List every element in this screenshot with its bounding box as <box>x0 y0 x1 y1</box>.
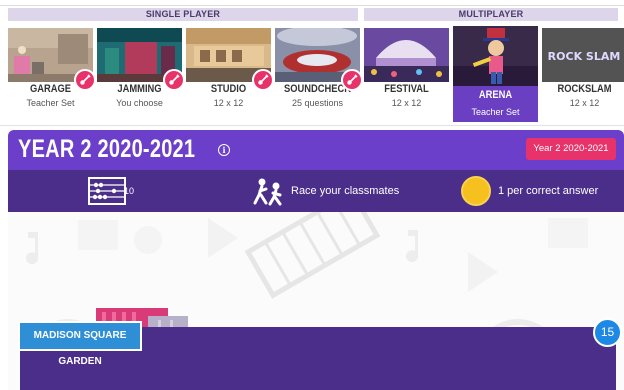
page-title: YEAR 2 2020-2021 <box>18 135 196 163</box>
player-count-badge: 15 <box>593 318 622 347</box>
play-icon <box>468 252 498 292</box>
mode-sub: 12 x 12 <box>569 98 600 108</box>
info-icon[interactable]: i <box>218 144 230 156</box>
coins-text: 1 per correct answer <box>498 185 599 197</box>
mode-tile-soundcheck[interactable]: SOUNDCHECK 25 questions <box>275 28 363 124</box>
race-text: Race your classmates <box>291 185 400 197</box>
circle-decor <box>134 226 162 254</box>
class-select-button[interactable]: Year 2 2020-2021 <box>526 138 616 160</box>
mode-tile-festival[interactable]: FESTIVAL 12 x 12 <box>364 28 449 124</box>
guitar-icon <box>341 69 363 91</box>
mode-sub: 12 x 12 <box>391 98 422 108</box>
guitar-icon <box>74 69 96 91</box>
rockslam-thumbnail: ROCK SLAM <box>542 28 624 82</box>
class-header: YEAR 2 2020-2021 i Year 2 2020-2021 <box>8 130 624 170</box>
rockslam-logo: ROCK SLAM <box>548 50 621 63</box>
mode-name: FESTIVAL <box>384 83 429 95</box>
race-icon <box>253 178 282 206</box>
guitar-icon <box>163 69 185 91</box>
mode-sub: Teacher Set <box>471 107 520 117</box>
mode-tile-jamming[interactable]: JAMMING You choose <box>97 28 185 124</box>
arena-thumbnail <box>453 26 538 86</box>
number-count: 10 <box>124 186 135 196</box>
piano-keys-icon <box>244 212 381 299</box>
multiplayer-heading: MULTIPLAYER <box>364 8 618 21</box>
game-stats-bar: 10 Race your classmates 1 per correct an… <box>8 170 624 212</box>
festival-thumbnail <box>364 28 449 82</box>
mode-sub: 12 x 12 <box>213 98 244 108</box>
mode-sub: You choose <box>116 98 163 108</box>
mode-tile-arena[interactable]: ARENA Teacher Set <box>453 26 538 122</box>
game-mode-strip: SINGLE PLAYER MULTIPLAYER GARAGE Teacher… <box>0 0 624 126</box>
mode-tile-rockslam[interactable]: ROCK SLAM ROCKSLAM 12 x 12 <box>542 28 624 124</box>
mode-name: ARENA <box>478 89 513 101</box>
guitar-icon <box>252 69 274 91</box>
abacus-icon <box>88 177 126 205</box>
mode-sub: Teacher Set <box>26 98 75 108</box>
top-rule <box>0 0 624 6</box>
speaker-icon <box>548 218 588 248</box>
mode-tile-studio[interactable]: STUDIO 12 x 12 <box>186 28 274 124</box>
mode-sub: 25 questions <box>291 98 344 108</box>
single-player-heading: SINGLE PLAYER <box>8 8 358 21</box>
music-note-icon <box>406 230 419 263</box>
mode-tile-garage[interactable]: GARAGE Teacher Set <box>8 28 96 124</box>
speaker-icon <box>78 220 118 250</box>
play-icon <box>208 218 238 258</box>
venue-label[interactable]: MADISON SQUARE GARDEN <box>18 321 142 367</box>
music-note-icon <box>26 232 39 265</box>
mode-name: ROCKSLAM <box>557 83 612 95</box>
coin-icon <box>461 176 491 206</box>
